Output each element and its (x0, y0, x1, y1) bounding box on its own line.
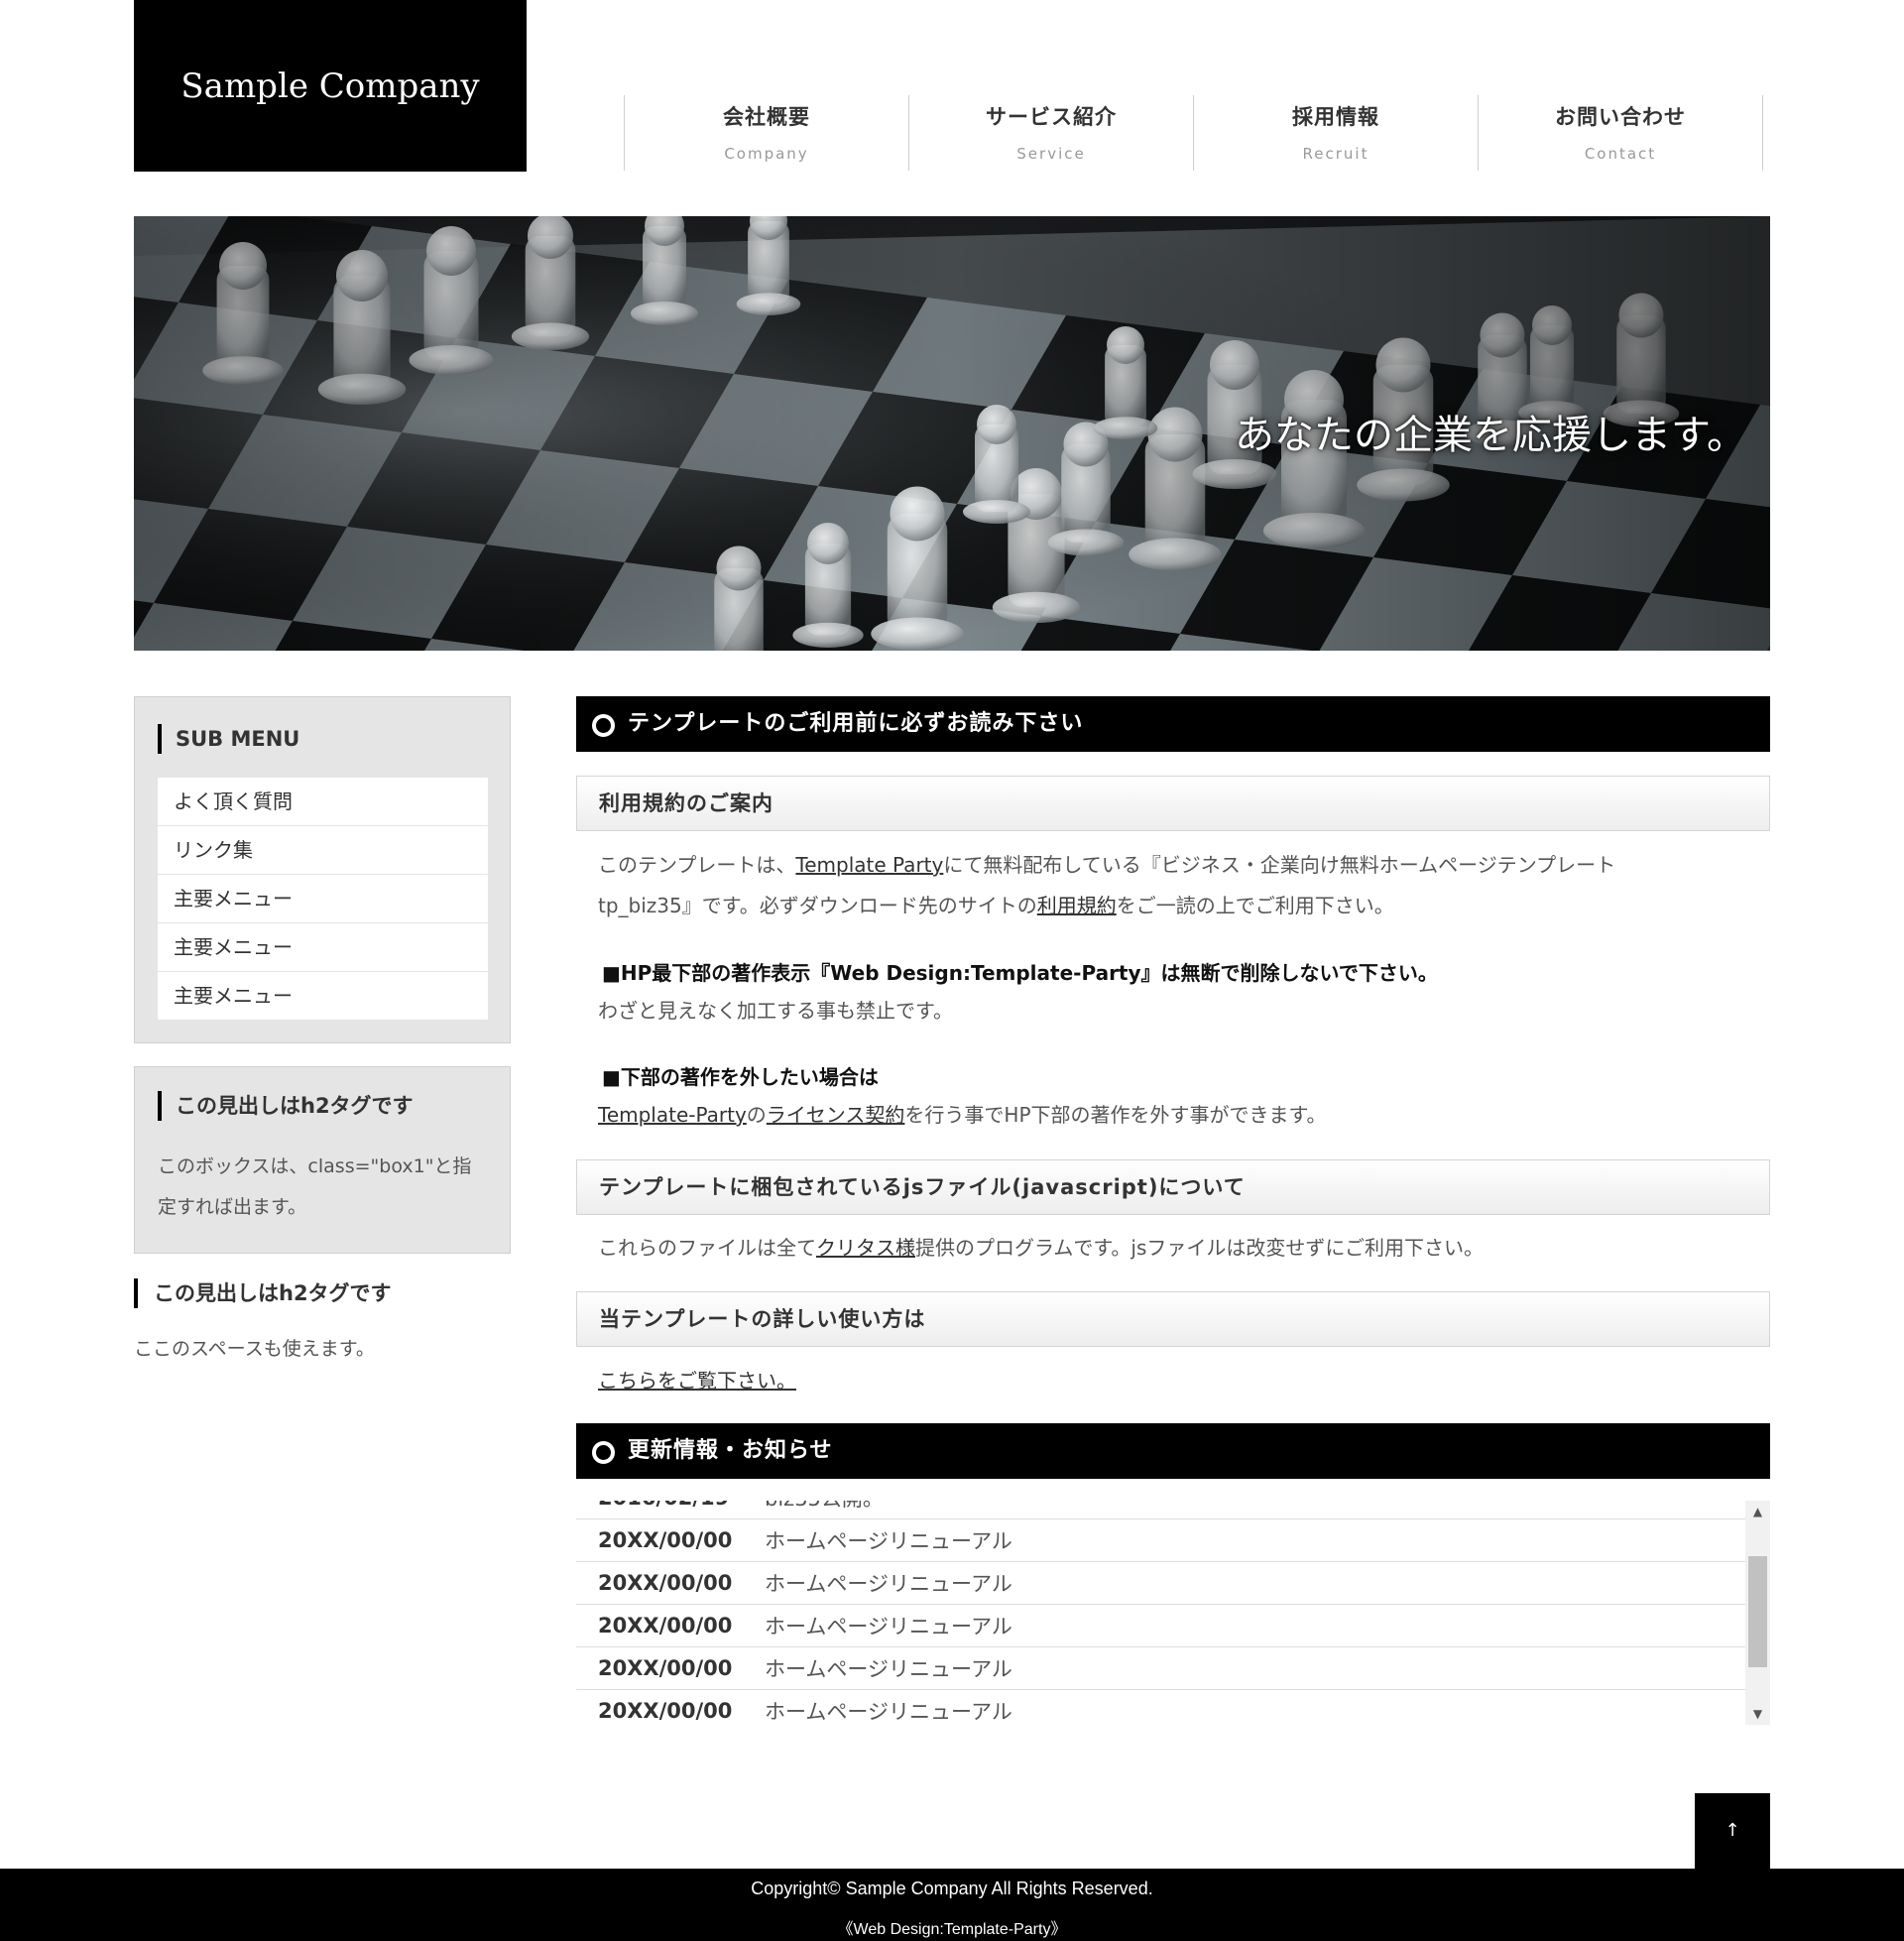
text: を行う事でHP下部の著作を外す事ができます。 (904, 1103, 1327, 1127)
nav-label: サービス紹介 (986, 105, 1117, 129)
js-paragraph: これらのファイルは全てクリタス様提供のプログラムです。jsファイルは改変せずにご… (598, 1228, 1484, 1269)
nav-item-contact[interactable]: お問い合わせ Contact (1479, 95, 1763, 171)
sidebar-heading: この見出しはh2タグです (134, 1278, 392, 1308)
text: にて無料配布している『ビジネス・企業向け無料ホームページテンプレート (943, 853, 1616, 877)
global-nav: 会社概要 Company サービス紹介 Service 採用情報 Recruit… (624, 95, 1766, 171)
news-text: ホームページリニューアル (765, 1700, 1012, 1724)
scroll-down-arrow-icon[interactable]: ▼ (1745, 1703, 1770, 1725)
sidebar-text: ここのスペースも使えます。 (134, 1338, 375, 1360)
nav-sublabel: Contact (1584, 145, 1657, 163)
submenu-item[interactable]: 主要メニュー (158, 923, 488, 972)
nav-label: お問い合わせ (1555, 105, 1686, 129)
text: これらのファイルは全て (598, 1236, 816, 1260)
notice-title: ■下部の著作を外したい場合は (602, 1065, 879, 1089)
nav-item-company[interactable]: 会社概要 Company (625, 95, 909, 171)
scroll-up-arrow-icon[interactable]: ▲ (1745, 1501, 1770, 1522)
info-box: この見出しはh2タグです このボックスは、class="box1"と指定すれば出… (134, 1066, 511, 1254)
subheading-usage: 当テンプレートの詳しい使い方は (576, 1291, 1770, 1347)
ring-icon (592, 714, 615, 737)
news-text: ホームページリニューアル (765, 1572, 1012, 1596)
news-date: 2016/02/19 (576, 1501, 765, 1510)
news-row: 20XX/00/00 ホームページリニューアル (576, 1690, 1746, 1725)
terms-link[interactable]: 利用規約 (1037, 894, 1117, 917)
news-row: 20XX/00/00 ホームページリニューアル (576, 1647, 1746, 1690)
news-date: 20XX/00/00 (598, 1614, 733, 1638)
template-party-link[interactable]: Template-Party (598, 1103, 747, 1127)
submenu-list: よく頂く質問 リンク集 主要メニュー 主要メニュー 主要メニュー (158, 778, 488, 1021)
text: tp_biz35』です。必ずダウンロード先のサイトの (598, 894, 1037, 917)
news-row: 20XX/00/00 ホームページリニューアル (576, 1562, 1746, 1605)
section-heading-text: テンプレートのご利用前に必ずお読み下さい (628, 711, 1084, 736)
news-text: ホームページリニューアル (765, 1529, 1012, 1553)
nav-sublabel: Company (724, 145, 809, 163)
scrollbar-thumb[interactable] (1748, 1556, 1767, 1667)
page-top-button[interactable]: ↑ (1695, 1793, 1770, 1869)
nav-label: 採用情報 (1292, 105, 1379, 129)
news-row: 20XX/00/00 ホームページリニューアル (576, 1519, 1746, 1562)
hero-image: あなたの企業を応援します。 (134, 216, 1770, 651)
usage-link[interactable]: こちらをご覧下さい。 (598, 1369, 796, 1393)
template-party-link[interactable]: Template Party (795, 853, 943, 877)
logo-text: Sample Company (180, 65, 480, 106)
box-text: このボックスは、class="box1"と指定すれば出ます。 (158, 1155, 472, 1218)
text: このテンプレートは、 (598, 853, 796, 877)
notice-title: ■HP最下部の著作表示『Web Design:Template-Party』は無… (602, 961, 1438, 985)
site-logo[interactable]: Sample Company (134, 0, 527, 172)
news-list[interactable]: 2016/02/19biz35公開。 20XX/00/00 ホームページリニューア… (576, 1501, 1770, 1725)
footer: Copyright© Sample Company All Rights Res… (0, 1869, 1904, 1941)
submenu-item[interactable]: リンク集 (158, 826, 488, 875)
news-row: 20XX/00/00 ホームページリニューアル (576, 1605, 1746, 1647)
submenu-item[interactable]: よく頂く質問 (158, 778, 488, 826)
news-text: biz35公開。 (765, 1501, 884, 1513)
design-credit-link[interactable]: 《Web Design:Template-Party》 (0, 1915, 1904, 1939)
notice-text: わざと見えなく加工する事も禁止です。 (598, 999, 953, 1023)
copyright-text: Copyright© Sample Company All Rights Res… (751, 1879, 1153, 1898)
news-text: ホームページリニューアル (765, 1615, 1012, 1638)
hero-catchphrase: あなたの企業を応援します。 (1235, 413, 1746, 458)
news-date: 20XX/00/00 (598, 1571, 733, 1595)
text: をご一読の上でご利用下さい。 (1116, 894, 1394, 917)
nav-item-recruit[interactable]: 採用情報 Recruit (1194, 95, 1479, 171)
nav-item-service[interactable]: サービス紹介 Service (909, 95, 1194, 171)
news-date: 20XX/00/00 (598, 1528, 733, 1552)
news-row: 2016/02/19biz35公開。 (576, 1501, 1746, 1519)
ring-icon (592, 1441, 615, 1464)
text: 提供のプログラムです。jsファイルは改変せずにご利用下さい。 (915, 1236, 1484, 1260)
news-date: 20XX/00/00 (598, 1656, 733, 1680)
section-heading-text: 更新情報・お知らせ (628, 1438, 833, 1463)
section-heading-news: 更新情報・お知らせ (576, 1423, 1770, 1479)
nav-sublabel: Service (1016, 145, 1086, 163)
license-link[interactable]: ライセンス契約 (767, 1103, 905, 1127)
nav-sublabel: Recruit (1302, 145, 1369, 163)
submenu-box: SUB MENU よく頂く質問 リンク集 主要メニュー 主要メニュー 主要メニュ… (134, 696, 511, 1043)
submenu-item[interactable]: 主要メニュー (158, 875, 488, 923)
nav-label: 会社概要 (723, 105, 810, 129)
usage-paragraph: こちらをご覧下さい。 (598, 1361, 796, 1401)
submenu-title: SUB MENU (158, 724, 299, 754)
subheading-js: テンプレートに梱包されているjsファイル(javascript)について (576, 1159, 1770, 1215)
text: の (746, 1103, 767, 1127)
critus-link[interactable]: クリタス様 (816, 1236, 915, 1260)
news-date: 20XX/00/00 (598, 1699, 733, 1723)
terms-paragraph: このテンプレートは、Template Partyにて無料配布している『ビジネス・… (598, 845, 1615, 926)
license-paragraph: Template-Partyのライセンス契約を行う事でHP下部の著作を外す事がで… (598, 1095, 1327, 1136)
section-heading-notice: テンプレートのご利用前に必ずお読み下さい (576, 696, 1770, 752)
news-scrollbar[interactable]: ▲ ▼ (1745, 1501, 1770, 1725)
submenu-item[interactable]: 主要メニュー (158, 972, 488, 1021)
box-heading: この見出しはh2タグです (158, 1091, 414, 1121)
news-text: ホームページリニューアル (765, 1657, 1012, 1681)
subheading-terms: 利用規約のご案内 (576, 776, 1770, 831)
